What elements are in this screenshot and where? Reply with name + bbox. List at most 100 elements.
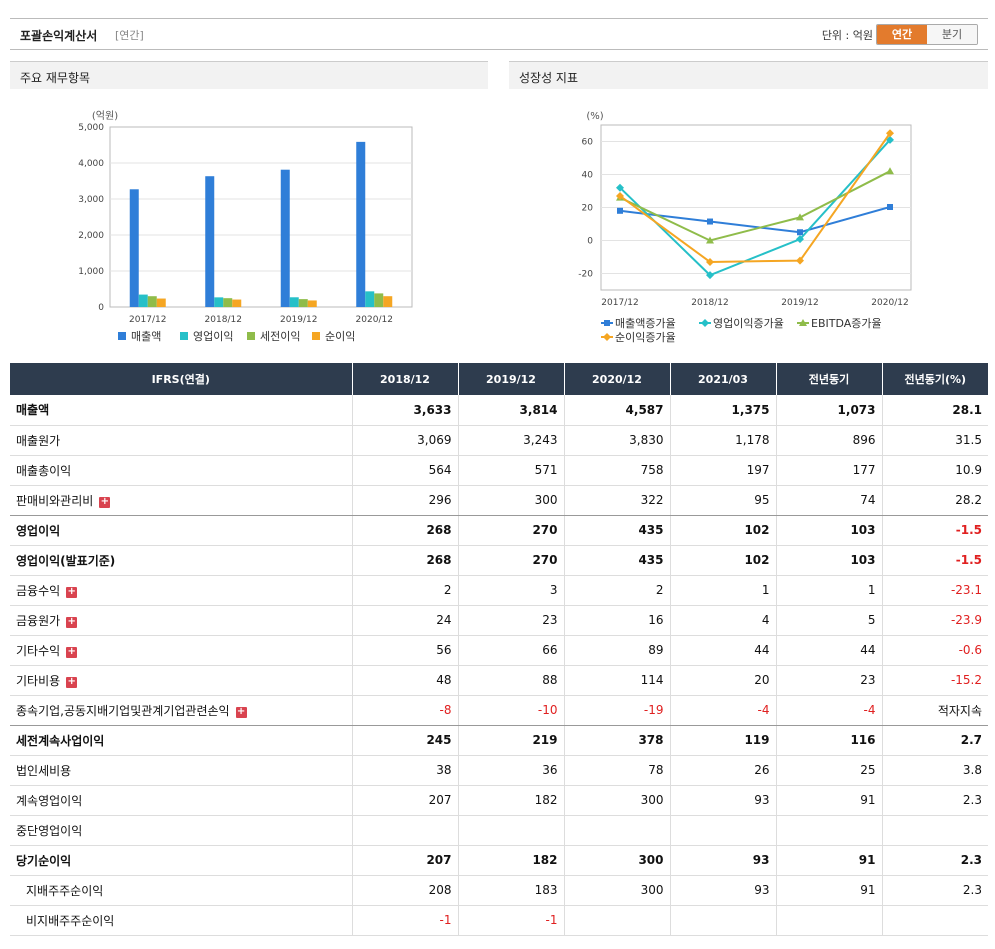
value-cell: -23.1 — [881, 575, 988, 606]
value-cell: 2 — [563, 575, 670, 606]
row-label: 판매비와관리비 — [16, 493, 94, 508]
value-cell: 28.1 — [881, 395, 988, 426]
value-cell: 300 — [457, 485, 564, 516]
panel-title: 성장성 지표 — [509, 61, 988, 89]
value-cell: 95 — [669, 485, 776, 516]
value-cell: 1 — [669, 575, 776, 606]
quarter-toggle-button[interactable]: 분기 — [927, 25, 977, 44]
value-cell: 268 — [351, 515, 458, 546]
y-tick-label: 3,000 — [78, 195, 104, 205]
value-cell: -23.9 — [881, 605, 988, 636]
value-cell: 4 — [669, 605, 776, 636]
column-header: 2018/12 — [351, 363, 458, 395]
expand-plus-icon[interactable]: + — [235, 706, 247, 718]
table-row: 중단영업이익 — [10, 815, 988, 846]
value-cell: 758 — [563, 455, 670, 486]
value-cell: 88 — [457, 665, 564, 696]
legend-label: 순이익 — [325, 330, 355, 343]
row-label: 기타수익 — [16, 643, 61, 658]
row-label: 지배주주순이익 — [26, 883, 104, 898]
row-label: 중단영업이익 — [16, 823, 83, 838]
key-financials-panel: 주요 재무항목 (억원) 0 1,000 2,000 3,000 4,000 5,000 20… — [10, 61, 488, 361]
bar — [280, 169, 290, 307]
row-label-cell: 판매비와관리비 + — [10, 485, 352, 516]
table-header-row: IFRS(연결) 2018/12 2019/12 2020/12 2021/03 전년동기… — [10, 363, 988, 395]
legend-swatch — [312, 332, 320, 340]
value-cell: 197 — [669, 455, 776, 486]
value-cell: -0.6 — [881, 635, 988, 666]
key-financials-bar-chart: (억원) 0 1,000 2,000 3,000 4,000 5,000 2017/12 201… — [78, 110, 413, 343]
value-cell: 1,375 — [669, 395, 776, 426]
row-label: 매출액 — [16, 403, 50, 418]
row-label: 영업이익 — [16, 523, 61, 538]
legend-marker — [603, 333, 611, 341]
y-tick-label: 5,000 — [78, 123, 104, 133]
value-cell: 3,830 — [563, 425, 670, 456]
value-cell: 93 — [669, 785, 776, 816]
value-cell: 31.5 — [881, 425, 988, 456]
row-label: 매출총이익 — [16, 463, 72, 478]
value-cell: 23 — [457, 605, 564, 636]
table-row: 당기순이익 207 182 300 93 91 2.3 — [10, 845, 988, 876]
y-tick-label: 0 — [587, 237, 593, 247]
expand-plus-icon[interactable]: + — [66, 616, 78, 628]
expand-plus-icon[interactable]: + — [66, 676, 78, 688]
expand-plus-icon[interactable]: + — [66, 586, 78, 598]
value-cell: 2.3 — [881, 845, 988, 876]
row-label-cell: 계속영업이익 — [10, 785, 352, 816]
value-cell: -10 — [457, 695, 564, 726]
expand-plus-icon[interactable]: + — [99, 496, 111, 508]
value-cell: 10.9 — [881, 455, 988, 486]
statement-period: [연간] — [115, 29, 144, 42]
bar — [156, 298, 166, 307]
value-cell — [457, 815, 564, 846]
value-cell: 103 — [775, 545, 882, 576]
unit-label: 단위 : 억원 — [821, 29, 873, 42]
value-cell: 1 — [775, 575, 882, 606]
legend-label: EBITDA증가율 — [811, 317, 882, 330]
value-cell: -4 — [669, 695, 776, 726]
row-label-cell: 금융수익 + — [10, 575, 352, 606]
row-label-cell: 금융원가 + — [10, 605, 352, 636]
value-cell: 48 — [351, 665, 458, 696]
bar — [147, 296, 157, 307]
legend-marker — [701, 319, 709, 327]
expand-plus-icon[interactable]: + — [66, 646, 78, 658]
legend-label: 영업이익증가율 — [713, 317, 784, 330]
value-cell: 207 — [351, 845, 458, 876]
plot-area — [109, 126, 413, 308]
y-tick-label: 0 — [98, 303, 104, 313]
y-tick-label: 40 — [582, 171, 594, 181]
bar — [307, 300, 317, 307]
value-cell — [563, 815, 670, 846]
value-cell: 2.7 — [881, 725, 988, 756]
value-cell: 2.3 — [881, 875, 988, 906]
legend-swatch — [180, 332, 188, 340]
row-label-cell: 법인세비용 — [10, 755, 352, 786]
value-cell — [669, 815, 776, 846]
panel-title: 주요 재무항목 — [10, 61, 488, 89]
table-row: 금융원가 +24 23 16 4 5 -23.9 — [10, 605, 988, 636]
value-cell: 207 — [351, 785, 458, 816]
table-row: 지배주주순이익 208 183 300 93 91 2.3 — [10, 875, 988, 906]
value-cell: 182 — [457, 845, 564, 876]
y-tick-label: -20 — [578, 270, 593, 280]
value-cell: 300 — [563, 785, 670, 816]
bar — [205, 176, 215, 307]
bar — [223, 298, 233, 307]
value-cell: 102 — [669, 545, 776, 576]
period-toggle: 연간 분기 — [876, 24, 978, 45]
bar — [138, 294, 148, 307]
value-cell: 571 — [457, 455, 564, 486]
value-cell: -19 — [563, 695, 670, 726]
value-cell: 4,587 — [563, 395, 670, 426]
bar — [214, 297, 224, 307]
value-cell: 16 — [563, 605, 670, 636]
value-cell: 20 — [669, 665, 776, 696]
statement-title: 포괄손익계산서 — [20, 29, 98, 43]
value-cell: 38 — [351, 755, 458, 786]
row-label-cell: 당기순이익 — [10, 845, 352, 876]
row-label: 영업이익(발표기준) — [16, 553, 116, 568]
value-cell: 1,073 — [775, 395, 882, 426]
annual-toggle-button[interactable]: 연간 — [877, 25, 927, 44]
